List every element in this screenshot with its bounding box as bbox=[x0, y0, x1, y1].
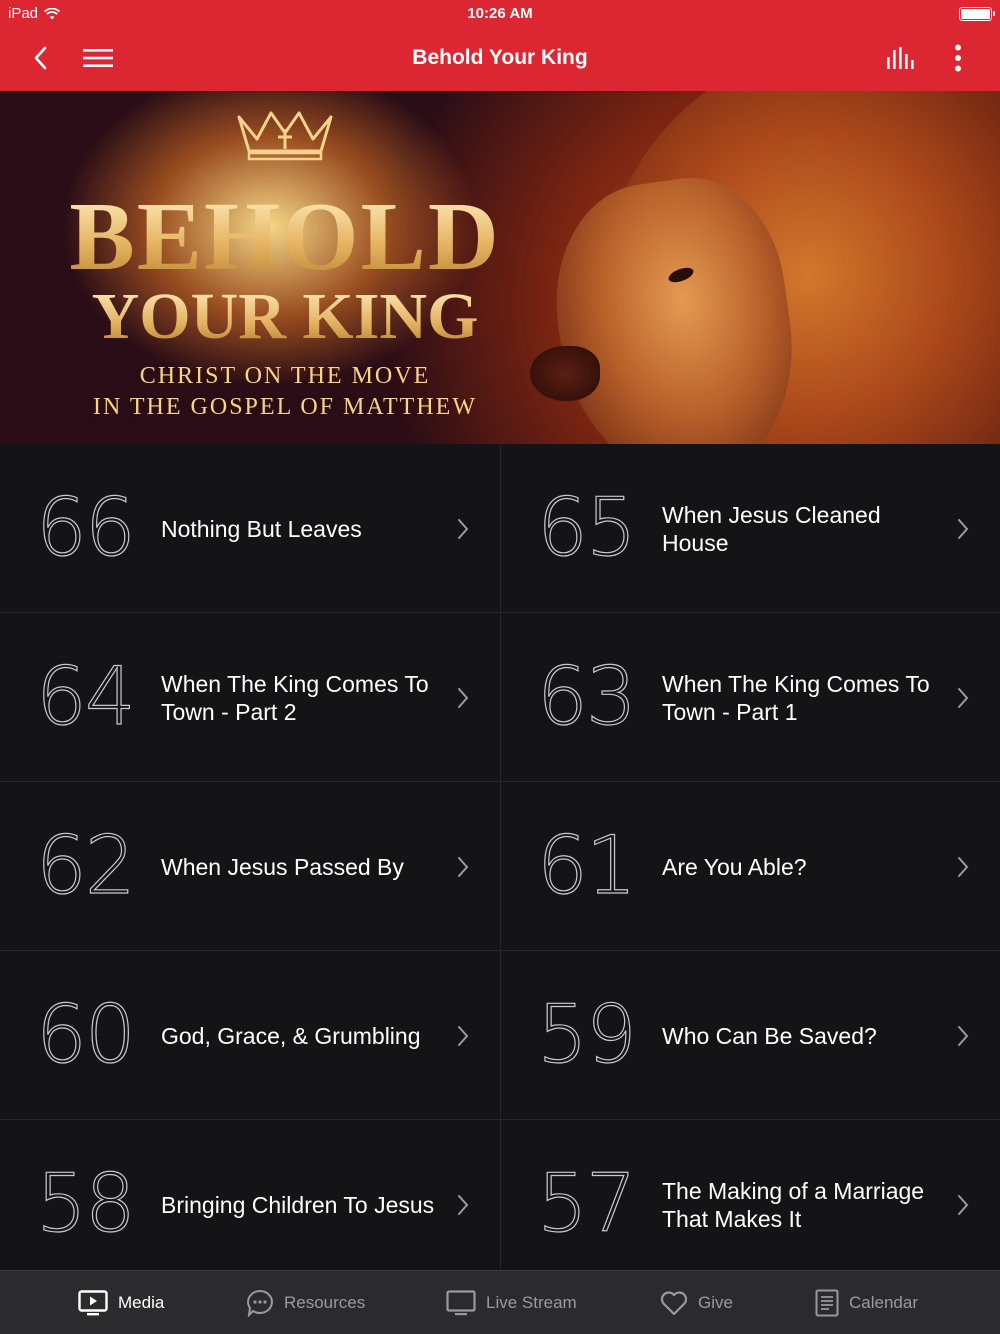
more-vertical-icon bbox=[955, 44, 961, 72]
episode-number: 59 bbox=[536, 988, 637, 1081]
media-icon bbox=[78, 1290, 108, 1316]
episode-item[interactable]: 66 Nothing But Leaves bbox=[0, 444, 500, 613]
episode-title: When Jesus Passed By bbox=[161, 853, 404, 880]
tab-resources[interactable]: Resources bbox=[246, 1271, 365, 1334]
chat-bubble-icon bbox=[247, 1289, 273, 1317]
monitor-icon bbox=[446, 1290, 476, 1316]
chevron-right-icon bbox=[958, 519, 969, 539]
nav-bar: Behold Your King bbox=[0, 28, 1000, 91]
episode-item[interactable]: 58 Bringing Children To Jesus bbox=[0, 1120, 500, 1270]
chevron-right-icon bbox=[958, 1195, 969, 1215]
episode-item[interactable]: 57 The Making of a Marriage That Makes I… bbox=[500, 1120, 1000, 1270]
episode-item[interactable]: 65 When Jesus Cleaned House bbox=[500, 444, 1000, 613]
tab-bar: Media Resources Live Stream Give Calenda… bbox=[0, 1270, 1000, 1334]
more-button[interactable] bbox=[940, 40, 976, 76]
equalizer-icon bbox=[887, 47, 914, 69]
episode-title: Who Can Be Saved? bbox=[662, 1022, 877, 1049]
episode-item[interactable]: 61 Are You Able? bbox=[500, 782, 1000, 951]
episode-number: 61 bbox=[536, 819, 637, 912]
tab-label: Calendar bbox=[849, 1293, 918, 1312]
episode-number: 63 bbox=[536, 650, 637, 743]
chevron-right-icon bbox=[458, 857, 469, 877]
hero-title: BEHOLD bbox=[0, 188, 570, 286]
tab-live-stream[interactable]: Live Stream bbox=[446, 1271, 577, 1334]
episode-title: Bringing Children To Jesus bbox=[161, 1191, 435, 1218]
episode-title: God, Grace, & Grumbling bbox=[161, 1022, 421, 1049]
episode-item[interactable]: 59 Who Can Be Saved? bbox=[500, 951, 1000, 1120]
heart-icon bbox=[660, 1291, 688, 1316]
tab-calendar[interactable]: Calendar bbox=[815, 1271, 918, 1334]
top-bar: iPad 10:26 AM Behold Your King bbox=[0, 0, 1000, 91]
episode-title: Nothing But Leaves bbox=[161, 515, 362, 542]
episode-item[interactable]: 64 When The King Comes To Town - Part 2 bbox=[0, 613, 500, 782]
episode-number: 65 bbox=[536, 481, 637, 574]
tab-media[interactable]: Media bbox=[78, 1271, 164, 1334]
page-title: Behold Your King bbox=[412, 46, 588, 69]
tab-label: Media bbox=[118, 1293, 165, 1312]
battery-icon bbox=[959, 7, 995, 21]
episode-grid: 66 Nothing But Leaves 65 When Jesus Clea… bbox=[0, 444, 1000, 1270]
episode-title: The Making of a Marriage That Makes It bbox=[662, 1177, 925, 1232]
tab-label: Resources bbox=[284, 1293, 366, 1312]
audio-button[interactable] bbox=[883, 40, 919, 76]
episode-item[interactable]: 63 When The King Comes To Town - Part 1 bbox=[500, 613, 1000, 782]
chevron-right-icon bbox=[458, 1195, 469, 1215]
episode-item[interactable]: 60 God, Grace, & Grumbling bbox=[0, 951, 500, 1120]
chevron-right-icon bbox=[958, 1026, 969, 1046]
status-bar: iPad 10:26 AM bbox=[0, 0, 1000, 28]
episode-number: 60 bbox=[35, 988, 136, 1081]
hero-tagline-1: CHRIST ON THE MOVE bbox=[139, 363, 431, 389]
episode-number: 66 bbox=[35, 481, 136, 574]
episode-number: 62 bbox=[35, 819, 136, 912]
hero-tagline-2: IN THE GOSPEL OF MATTHEW bbox=[93, 394, 477, 420]
crown-icon bbox=[237, 111, 333, 161]
chevron-right-icon bbox=[458, 519, 469, 539]
tab-label: Give bbox=[698, 1293, 733, 1312]
episode-title: When The King Comes To Town - Part 1 bbox=[662, 670, 930, 725]
chevron-right-icon bbox=[458, 688, 469, 708]
episode-title: When The King Comes To Town - Part 2 bbox=[161, 670, 429, 725]
tab-label: Live Stream bbox=[486, 1293, 577, 1312]
chevron-right-icon bbox=[958, 857, 969, 877]
chevron-right-icon bbox=[958, 688, 969, 708]
episode-number: 58 bbox=[35, 1157, 136, 1250]
episode-title: When Jesus Cleaned House bbox=[662, 501, 881, 556]
status-time: 10:26 AM bbox=[467, 5, 533, 22]
chevron-right-icon bbox=[458, 1026, 469, 1046]
episode-title: Are You Able? bbox=[662, 853, 807, 880]
episode-number: 57 bbox=[536, 1157, 637, 1250]
hero-subtitle: YOUR KING bbox=[0, 284, 570, 350]
calendar-icon bbox=[815, 1289, 839, 1317]
tab-give[interactable]: Give bbox=[660, 1271, 733, 1334]
episode-item[interactable]: 62 When Jesus Passed By bbox=[0, 782, 500, 951]
episode-number: 64 bbox=[35, 650, 136, 743]
